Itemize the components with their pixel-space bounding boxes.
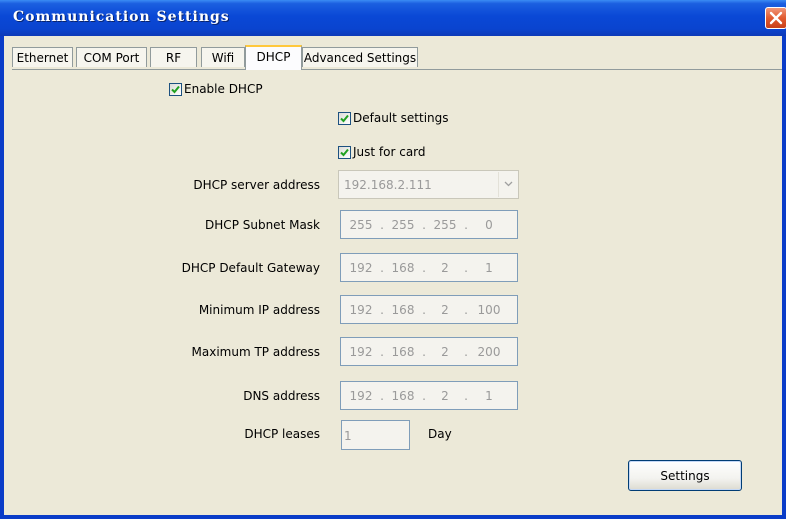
checkmark-icon [340,114,349,123]
just-for-card-label: Just for card [353,145,426,159]
tab-ethernet[interactable]: Ethernet [12,47,73,67]
octet-3: 2 [441,345,449,359]
default-settings-checkbox[interactable] [338,112,351,125]
octet-2: 168 [391,345,415,359]
tab-wifi[interactable]: Wifi [201,47,245,67]
checkmark-icon [171,85,180,94]
close-icon [769,11,783,25]
octet-separator: . [422,303,426,317]
close-button[interactable] [765,7,786,29]
octet-separator: . [422,345,426,359]
dhcp-leases-input[interactable]: 1 [341,420,410,450]
octet-1: 192 [349,303,373,317]
octet-1: 192 [349,345,373,359]
maximum-ip-address-label: Maximum TP address [191,345,320,359]
octet-4: 200 [477,345,501,359]
tab-advanced-settings[interactable]: Advanced Settings [302,47,418,67]
title-bar[interactable]: Communication Settings [0,0,786,36]
dhcp-subnet-mask-label: DHCP Subnet Mask [205,218,320,232]
octet-separator: . [380,218,384,232]
octet-4: 1 [485,389,493,403]
octet-3: 2 [441,303,449,317]
octet-3: 2 [441,389,449,403]
maximum-ip-address-field[interactable]: 192 . 168 . 2 . 200 [340,337,518,366]
dropdown-button[interactable] [498,172,517,197]
dns-address-field[interactable]: 192 . 168 . 2 . 1 [340,381,518,410]
octet-1: 192 [349,261,373,275]
tab-com-port[interactable]: COM Port [76,47,147,67]
checkmark-icon [340,148,349,157]
octet-separator: . [380,345,384,359]
octet-separator: . [422,261,426,275]
dhcp-server-address-value: 192.168.2.111 [344,178,432,192]
just-for-card-checkbox[interactable] [338,146,351,159]
dhcp-leases-label: DHCP leases [244,427,320,441]
dhcp-subnet-mask-field[interactable]: 255 . 255 . 255 . 0 [340,210,518,239]
enable-dhcp-label: Enable DHCP [184,82,263,96]
octet-1: 255 [349,218,373,232]
chevron-down-icon [504,181,513,187]
dhcp-leases-unit: Day [428,427,452,441]
tab-dhcp[interactable]: DHCP [245,45,302,70]
octet-2: 168 [391,389,415,403]
octet-separator: . [464,218,468,232]
octet-separator: . [464,345,468,359]
settings-button[interactable]: Settings [628,460,742,491]
minimum-ip-address-field[interactable]: 192 . 168 . 2 . 100 [340,295,518,324]
enable-dhcp-checkbox[interactable] [169,83,182,96]
octet-separator: . [380,303,384,317]
communication-settings-window: Communication Settings Ethernet COM Port… [0,0,786,519]
dhcp-default-gateway-label: DHCP Default Gateway [181,261,320,275]
octet-separator: . [464,261,468,275]
minimum-ip-address-label: Minimum IP address [198,303,320,317]
dhcp-default-gateway-field[interactable]: 192 . 168 . 2 . 1 [340,253,518,282]
octet-2: 168 [391,303,415,317]
default-settings-label: Default settings [353,111,449,125]
octet-4: 1 [485,261,493,275]
octet-2: 168 [391,261,415,275]
dhcp-server-address-label: DHCP server address [193,178,320,192]
octet-1: 192 [349,389,373,403]
tab-rf[interactable]: RF [150,47,197,67]
dhcp-leases-value: 1 [344,429,352,443]
octet-separator: . [464,389,468,403]
octet-separator: . [380,261,384,275]
octet-3: 255 [433,218,457,232]
octet-separator: . [380,389,384,403]
window-title: Communication Settings [13,9,230,25]
octet-separator: . [422,218,426,232]
octet-4: 0 [485,218,493,232]
dhcp-server-address-select[interactable]: 192.168.2.111 [338,170,519,199]
octet-separator: . [422,389,426,403]
octet-4: 100 [477,303,501,317]
octet-3: 2 [441,261,449,275]
octet-separator: . [464,303,468,317]
octet-2: 255 [391,218,415,232]
dns-address-label: DNS address [243,389,320,403]
